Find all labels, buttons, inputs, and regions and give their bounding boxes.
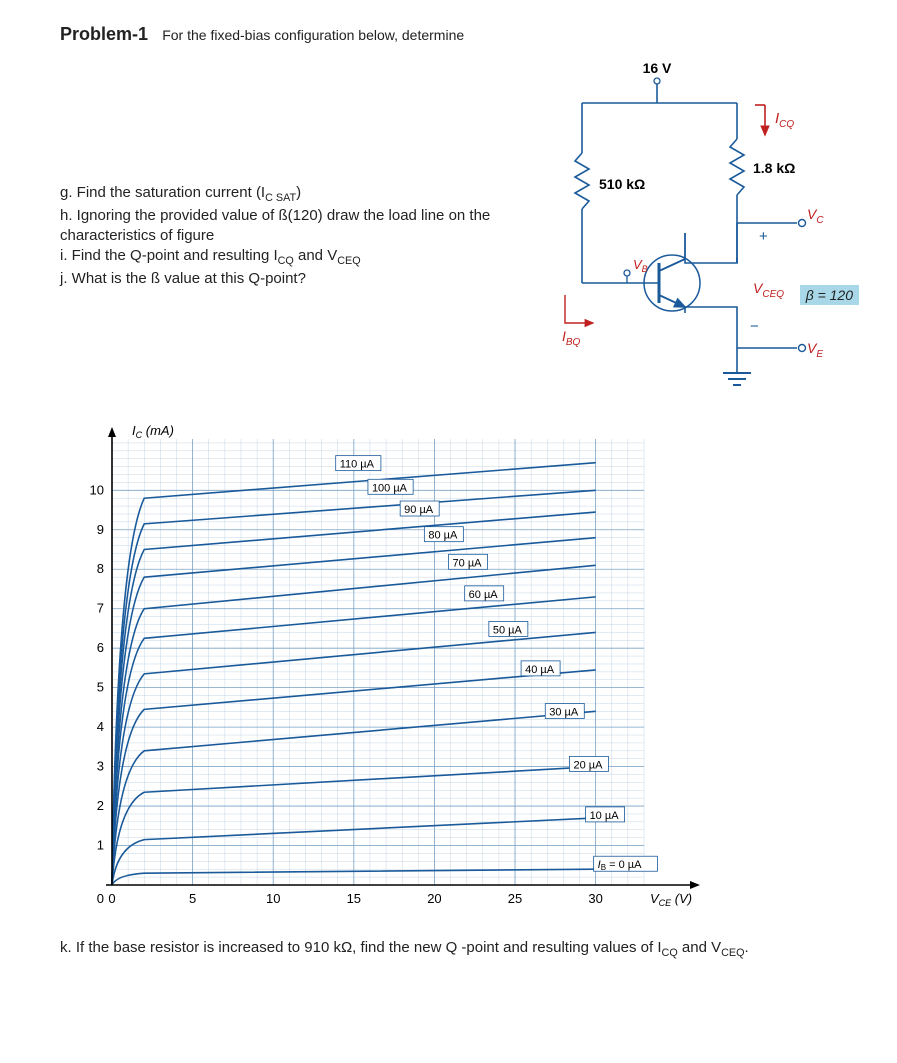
svg-text:6: 6 bbox=[97, 640, 104, 655]
question-g: g. Find the saturation current (IC SAT) bbox=[60, 183, 491, 206]
svg-text:9: 9 bbox=[97, 522, 104, 537]
rb-label: 510 kΩ bbox=[599, 176, 645, 192]
svg-text:1: 1 bbox=[97, 838, 104, 853]
svg-text:110 µA: 110 µA bbox=[340, 459, 375, 471]
question-j: j. What is the ß value at this Q-point? bbox=[60, 269, 491, 289]
svg-text:8: 8 bbox=[97, 561, 104, 576]
beta-label: β = 120 bbox=[800, 285, 859, 305]
svg-text:20: 20 bbox=[427, 891, 441, 906]
title-rest: For the fixed-bias configuration below, … bbox=[162, 27, 464, 43]
svg-text:90 µA: 90 µA bbox=[404, 504, 434, 516]
question-i: i. Find the Q-point and resulting ICQ an… bbox=[60, 246, 491, 269]
icq-label: ICQ bbox=[775, 110, 794, 130]
rc-label: 1.8 kΩ bbox=[753, 160, 795, 176]
svg-text:100 µA: 100 µA bbox=[372, 482, 408, 494]
vcc-label: 16 V bbox=[643, 63, 672, 76]
svg-text:30: 30 bbox=[588, 891, 602, 906]
svg-text:0: 0 bbox=[108, 891, 115, 906]
svg-text:3: 3 bbox=[97, 759, 104, 774]
svg-text:5: 5 bbox=[97, 680, 104, 695]
question-h: h. Ignoring the provided value of ß(120)… bbox=[60, 206, 491, 247]
ibq-label: IBQ bbox=[562, 328, 581, 348]
circuit-diagram: 16 V 510 kΩ 1.8 kΩ ICQ VC + bbox=[507, 63, 837, 403]
title-prefix: Problem-1 bbox=[60, 24, 148, 44]
svg-text:25: 25 bbox=[508, 891, 522, 906]
svg-text:80 µA: 80 µA bbox=[428, 530, 458, 542]
svg-text:2: 2 bbox=[97, 798, 104, 813]
svg-text:0: 0 bbox=[97, 891, 104, 906]
svg-text:30 µA: 30 µA bbox=[549, 706, 579, 718]
svg-text:20 µA: 20 µA bbox=[573, 759, 603, 771]
svg-text:40 µA: 40 µA bbox=[525, 664, 555, 676]
problem-title: Problem-1 For the fixed-bias configurati… bbox=[60, 24, 837, 45]
svg-text:7: 7 bbox=[97, 601, 104, 616]
svg-text:+: + bbox=[759, 228, 768, 245]
svg-text:5: 5 bbox=[189, 891, 196, 906]
svg-text:70 µA: 70 µA bbox=[453, 557, 483, 569]
svg-text:10: 10 bbox=[90, 482, 104, 497]
svg-text:10 µA: 10 µA bbox=[590, 810, 620, 822]
svg-text:10: 10 bbox=[266, 891, 280, 906]
vc-label: VC bbox=[807, 206, 824, 226]
svg-text:50 µA: 50 µA bbox=[493, 624, 523, 636]
ve-label: VE bbox=[807, 340, 823, 360]
svg-text:VCE (V): VCE (V) bbox=[650, 891, 692, 908]
svg-text:−: − bbox=[750, 318, 759, 335]
svg-text:15: 15 bbox=[347, 891, 361, 906]
characteristics-chart: 0 5 10 15 20 25 30 1 2 3 4 5 6 7 8 9 10 0 IC (mA) VCE (V) 11… bbox=[64, 415, 837, 925]
svg-text:IC (mA): IC (mA) bbox=[132, 423, 174, 440]
svg-text:4: 4 bbox=[97, 719, 104, 734]
vceq-label: VCEQ bbox=[753, 280, 784, 300]
question-k: k. If the base resistor is increased to … bbox=[60, 939, 837, 959]
vb-label: VB bbox=[633, 257, 648, 274]
svg-text:60 µA: 60 µA bbox=[469, 589, 499, 601]
